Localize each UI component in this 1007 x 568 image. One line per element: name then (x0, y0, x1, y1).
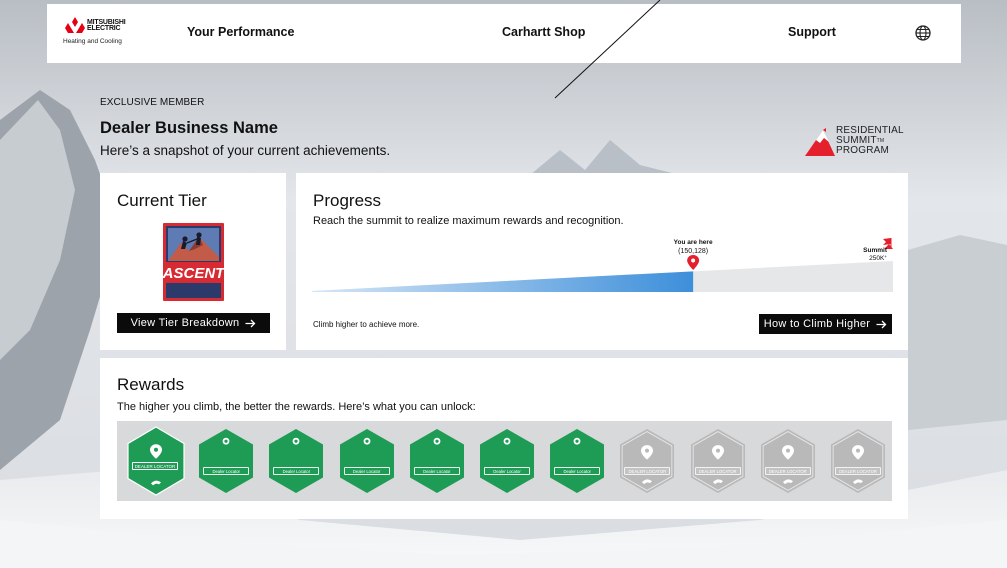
reward-badge[interactable]: DEALER LOCATOR (618, 428, 676, 494)
tier-badge-text: ASCENT (163, 265, 224, 282)
reward-badge-label: DEALER LOCATOR (835, 467, 881, 475)
residential-summit-program-logo: RESIDENTIAL SUMMITTM PROGRAM (805, 126, 915, 158)
badge-hexagon (831, 429, 885, 493)
reward-badge-label: Dealer Locator (203, 467, 250, 475)
badge-hexagon (760, 429, 815, 493)
map-pin-icon (503, 437, 511, 445)
top-navigation-bar: MITSUBISHI ELECTRIC Heating and Cooling … (47, 4, 961, 63)
progress-wedge-chart: You are here (150,128) Summit 250K+ (312, 238, 893, 292)
badge-hexagon (269, 429, 324, 493)
nav-carhartt-shop[interactable]: Carhartt Shop (502, 25, 585, 39)
hero-subtitle: Here’s a snapshot of your current achiev… (100, 143, 391, 158)
trademark-mark: TM (876, 138, 885, 144)
reward-badge[interactable]: DEALER LOCATOR (829, 428, 887, 494)
reward-badge-label: Dealer Locator (554, 467, 601, 475)
rewards-title: Rewards (117, 375, 185, 394)
how-to-climb-higher-button[interactable]: How to Climb Higher (759, 314, 892, 334)
program-logo-line3: PROGRAM (836, 145, 890, 156)
reward-badge[interactable]: Dealer Locator (197, 428, 255, 494)
summit-value: 250K+ (869, 254, 887, 262)
dealer-business-name: Dealer Business Name (100, 119, 278, 137)
progress-fill (312, 271, 694, 292)
view-tier-breakdown-button[interactable]: View Tier Breakdown (117, 313, 270, 333)
progress-subtitle: Reach the summit to realize maximum rewa… (313, 215, 624, 227)
reward-badge[interactable]: Dealer Locator (478, 428, 536, 494)
badge-hexagon (199, 429, 254, 493)
logo-brand-line2: ELECTRIC (87, 25, 121, 32)
progress-title: Progress (313, 191, 382, 210)
summit-value-suffix: + (884, 254, 887, 259)
badge-hexagon (127, 426, 185, 496)
badge-hexagon (409, 429, 464, 493)
reward-badge-label: DEALER LOCATOR (694, 467, 741, 475)
reward-badge[interactable]: Dealer Locator (338, 428, 396, 494)
current-tier-card: Current Tier ASCENT View Tier Breakdown (100, 173, 286, 350)
badge-hexagon (690, 429, 745, 493)
progress-card: Progress Reach the summit to realize max… (296, 173, 908, 350)
map-pin-icon (433, 437, 441, 445)
badge-hexagon (339, 429, 394, 493)
reward-badge[interactable]: DEALER LOCATOR (126, 426, 186, 496)
arrow-right-icon (876, 320, 887, 328)
globe-icon[interactable] (914, 24, 932, 42)
current-tier-title: Current Tier (117, 191, 207, 210)
reward-badge-label: Dealer Locator (413, 467, 460, 475)
map-pin-icon (292, 437, 300, 445)
reward-badge-label: Dealer Locator (484, 467, 530, 475)
nav-support[interactable]: Support (788, 25, 836, 39)
reward-badge[interactable]: Dealer Locator (408, 428, 466, 494)
summit-mountain-icon (805, 128, 835, 156)
how-to-climb-higher-label: How to Climb Higher (763, 318, 871, 330)
reward-badge-label: DEALER LOCATOR (764, 467, 811, 475)
badge-hexagon (480, 429, 534, 493)
reward-badge[interactable]: Dealer Locator (548, 428, 606, 494)
map-pin-icon (363, 437, 370, 445)
map-pin-icon (573, 437, 581, 445)
reward-badge[interactable]: DEALER LOCATOR (759, 428, 817, 494)
diamond-mark-icon (65, 17, 85, 33)
rewards-badge-strip: DEALER LOCATOR Dealer Locator Dealer Loc… (117, 421, 892, 501)
rewards-card: Rewards The higher you climb, the better… (100, 358, 908, 519)
progress-footer-text: Climb higher to achieve more. (313, 320, 420, 329)
reward-badge-label: DEALER LOCATOR (624, 467, 671, 475)
reward-badge-label: Dealer Locator (273, 467, 320, 475)
reward-badge-label: DEALER LOCATOR (132, 462, 178, 470)
summit-value-number: 250K (869, 255, 885, 262)
you-are-here-label: You are here (674, 239, 713, 246)
logo-brand-line3: Heating and Cooling (63, 38, 122, 45)
member-status-label: EXCLUSIVE MEMBER (100, 97, 205, 108)
ascent-tier-badge: ASCENT (163, 223, 224, 301)
location-pin-icon (687, 255, 700, 270)
reward-badge[interactable]: DEALER LOCATOR (689, 428, 747, 494)
mitsubishi-logo[interactable]: MITSUBISHI ELECTRIC Heating and Cooling (61, 17, 131, 49)
current-points-value: (150,128) (678, 248, 708, 255)
badge-hexagon (550, 429, 605, 493)
reward-badge[interactable]: Dealer Locator (267, 428, 325, 494)
nav-your-performance[interactable]: Your Performance (187, 25, 294, 39)
view-tier-breakdown-label: View Tier Breakdown (130, 317, 240, 329)
rewards-subtitle: The higher you climb, the better the rew… (117, 401, 476, 413)
map-pin-icon (222, 437, 230, 445)
summit-label: Summit (863, 247, 888, 254)
arrow-right-icon (245, 319, 256, 327)
badge-hexagon (620, 429, 675, 493)
reward-badge-label: Dealer Locator (343, 467, 390, 475)
